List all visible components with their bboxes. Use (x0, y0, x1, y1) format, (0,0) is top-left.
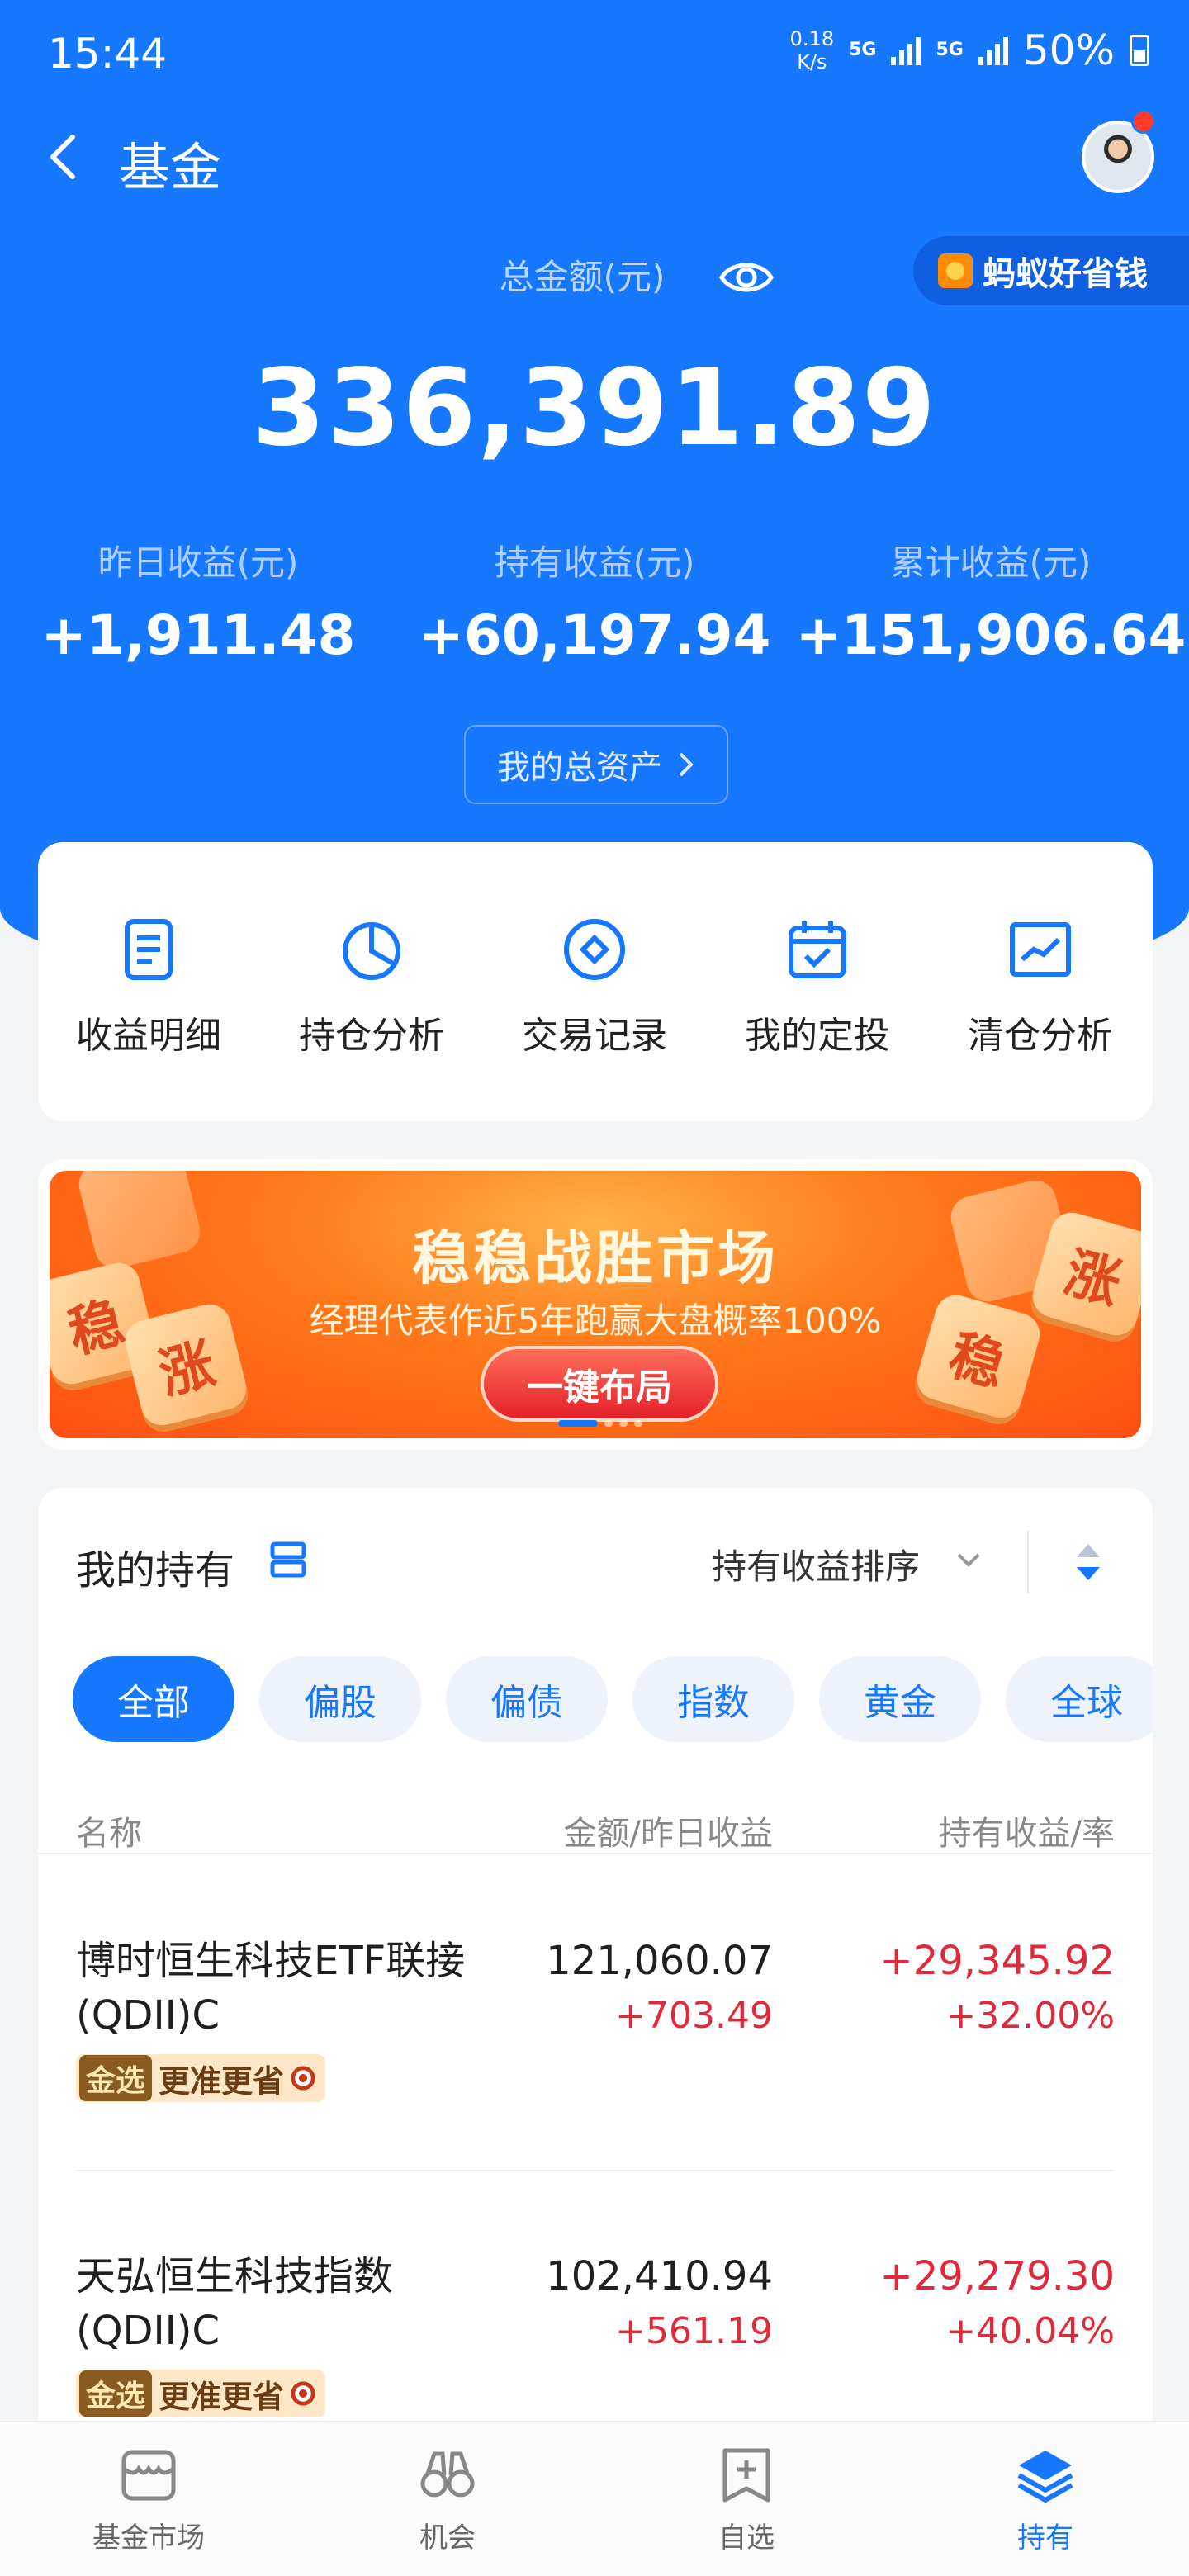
status-bar: 15:44 0.18 K/s 5G 5G 50% (0, 0, 1189, 107)
market-icon (121, 2450, 176, 2501)
bottom-tab-bar: 基金市场 机会 自选 持有 (0, 2421, 1189, 2576)
chip-global[interactable]: 全球 (1006, 1656, 1153, 1742)
fund-name: 天弘恒生科技指数(QDII)C (76, 2253, 394, 2354)
page-title: 基金 (119, 137, 222, 197)
fund-yesterday-gain: +703.49 (615, 1995, 773, 2037)
stat-holding: 持有收益(元) +60,197.94 (418, 542, 771, 667)
fund-hold-gain: +29,279.30 (879, 2253, 1115, 2299)
table-row[interactable]: 博时恒生科技ETF联接(QDII)C 金选 更准更省 121,060.07 +7… (38, 1934, 1153, 2198)
stat-yesterday: 昨日收益(元) +1,911.48 (40, 542, 356, 667)
gold-select-badge: 金选 更准更省 (76, 2370, 326, 2417)
divider (1027, 1531, 1029, 1593)
shortcuts-card: 收益明细 持仓分析 交易记录 我的定投 清仓分析 (38, 842, 1153, 1121)
fund-hold-rate: +40.04% (945, 2310, 1115, 2352)
stat-cumulative: 累计收益(元) +151,906.64 (795, 542, 1187, 667)
fund-amount: 102,410.94 (546, 2253, 773, 2299)
list-layout-icon[interactable] (269, 1541, 307, 1579)
column-header-hold: 持有收益/率 (938, 1815, 1115, 1853)
signal-icon (978, 36, 1008, 65)
fund-yesterday-gain: +561.19 (615, 2310, 773, 2352)
back-icon[interactable] (40, 132, 89, 182)
shortcut-my-plans[interactable]: 我的定投 (718, 916, 917, 1058)
shortcut-income-detail[interactable]: 收益明细 (50, 916, 248, 1058)
chip-all[interactable]: 全部 (73, 1656, 234, 1742)
eye-icon[interactable] (717, 248, 776, 307)
tab-watchlist[interactable]: 自选 (664, 2446, 829, 2555)
column-header-name: 名称 (76, 1815, 142, 1853)
shortcut-trade-records[interactable]: 交易记录 (495, 916, 694, 1058)
promo-banner[interactable]: 稳 涨 涨 稳 稳稳战胜市场 经理代表作近5年跑赢大盘概率100% 一键布局 (50, 1171, 1141, 1438)
target-icon (289, 2064, 318, 2092)
total-assets-button[interactable]: 我的总资产 (464, 725, 728, 804)
holdings-title: 我的持有 (76, 1547, 235, 1593)
trend-chart-icon (1010, 922, 1071, 977)
banner-card: 稳 涨 涨 稳 稳稳战胜市场 经理代表作近5年跑赢大盘概率100% 一键布局 (38, 1159, 1153, 1450)
binoculars-icon (420, 2451, 475, 2498)
shortcut-clearance-analysis[interactable]: 清仓分析 (941, 916, 1139, 1058)
filter-chips: 全部 偏股 偏债 指数 黄金 全球 (73, 1656, 1153, 1747)
target-icon (289, 2379, 318, 2408)
carousel-indicator (558, 1420, 642, 1427)
tab-opportunity[interactable]: 机会 (365, 2446, 530, 2555)
battery-percent: 50% (1022, 26, 1115, 74)
tab-holdings[interactable]: 持有 (963, 2446, 1128, 2555)
gold-select-badge: 金选 更准更省 (76, 2054, 326, 2102)
network-type-2: 5G (936, 40, 964, 60)
calendar-check-icon (789, 921, 846, 978)
chevron-down-icon[interactable] (955, 1546, 983, 1574)
chip-gold[interactable]: 黄金 (819, 1656, 981, 1742)
divider (76, 2170, 1115, 2171)
fund-hold-gain: +29,345.92 (879, 1938, 1115, 1984)
column-header-amount: 金额/昨日收益 (563, 1815, 773, 1853)
divider (38, 1853, 1153, 1854)
fund-amount: 121,060.07 (546, 1938, 773, 1984)
battery-icon (1130, 35, 1149, 66)
chip-index[interactable]: 指数 (632, 1656, 794, 1742)
fund-hold-rate: +32.00% (945, 1995, 1115, 2037)
signal-icon (891, 36, 921, 65)
banner-cta-button[interactable]: 一键布局 (481, 1346, 718, 1422)
sort-dropdown[interactable]: 持有收益排序 (712, 1539, 920, 1589)
total-amount: 336,391.89 (252, 347, 937, 470)
tab-fund-market[interactable]: 基金市场 (66, 2446, 231, 2555)
chip-bond[interactable]: 偏债 (446, 1656, 608, 1742)
pie-chart-icon (343, 922, 400, 980)
layers-icon (1017, 2451, 1073, 2503)
holdings-card: 我的持有 持有收益排序 全部 偏股 偏债 指数 黄金 全球 名称 金额/昨日收益… (38, 1488, 1153, 2576)
status-time: 15:44 (48, 30, 168, 78)
diamond-circle-icon (564, 919, 625, 980)
chip-equity[interactable]: 偏股 (259, 1656, 421, 1742)
total-label: 总金额(元) (499, 257, 666, 297)
notification-dot (1131, 109, 1156, 134)
document-icon (125, 919, 173, 980)
shortcut-position-analysis[interactable]: 持仓分析 (272, 916, 471, 1058)
banner-title: 稳稳战胜市场 (412, 1224, 779, 1292)
banner-subtitle: 经理代表作近5年跑赢大盘概率100% (309, 1300, 882, 1341)
fund-name: 博时恒生科技ETF联接(QDII)C (76, 1938, 466, 2039)
bookmark-add-icon (722, 2448, 770, 2503)
network-type: 5G (849, 40, 877, 60)
chevron-right-icon (679, 752, 694, 777)
network-speed: 0.18 K/s (789, 27, 835, 73)
sort-order-icon[interactable] (1073, 1541, 1103, 1584)
